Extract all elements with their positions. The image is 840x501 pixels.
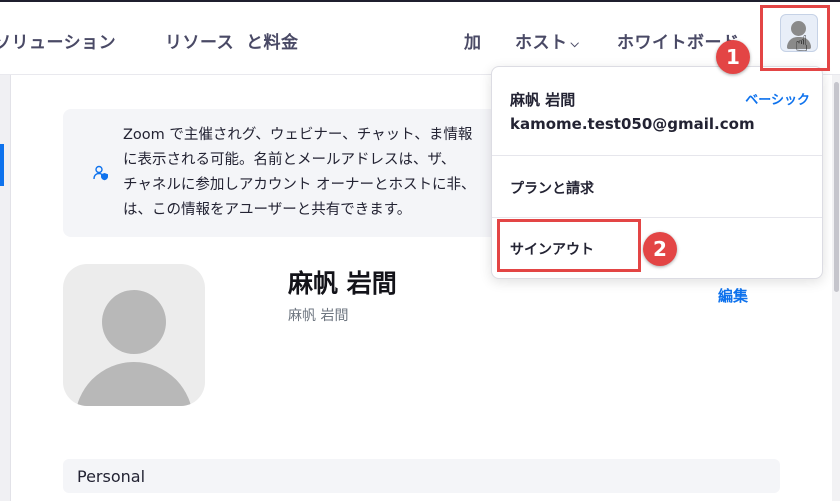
info-line: チャネルに参加しアカウント オーナーとホストに非、 <box>123 177 476 193</box>
nav-item-host[interactable]: ホスト ⌵ <box>515 28 579 53</box>
privacy-info-text: Zoom で主催されグ、ウェビナー、チャット、ま情報 に表示される可能。名前とメ… <box>123 123 508 223</box>
menu-divider <box>492 217 822 218</box>
top-navbar: ソリューション リソース と料金 加 ホスト ⌵ ホワイトボード <box>0 2 840 75</box>
section-title: Personal <box>77 467 146 486</box>
scrollbar-thumb[interactable] <box>834 82 839 292</box>
info-line: は、この情報をアユーザーと共有できます。 <box>123 202 412 218</box>
profile-full-name: 麻帆 岩間 <box>288 308 349 324</box>
profile-picture[interactable] <box>63 264 205 406</box>
left-sidebar-rail <box>0 75 11 501</box>
menu-item-plan-billing[interactable]: プランと請求 <box>510 178 594 198</box>
info-line: Zoom で主催されグ、ウェビナー、チャット、ま情報 <box>123 127 473 143</box>
sidebar-active-indicator <box>0 144 4 186</box>
profile-display-name: 麻帆 岩間 <box>288 269 397 298</box>
nav-item-pricing[interactable]: と料金 <box>246 28 299 53</box>
chevron-down-icon: ⌵ <box>570 37 580 50</box>
step-badge-2: 2 <box>643 232 677 266</box>
dropdown-user-email: kamome.test050@gmail.com <box>510 115 755 133</box>
step-badge-1: 1 <box>716 40 750 74</box>
nav-item-solutions[interactable]: ソリューション <box>0 28 116 53</box>
plan-type-link[interactable]: ベーシック <box>745 89 810 108</box>
menu-divider <box>492 155 822 156</box>
highlight-box-sign-out <box>497 219 641 272</box>
section-header-personal: Personal <box>63 459 780 493</box>
nav-item-join[interactable]: 加 <box>464 28 482 53</box>
nav-item-host-label: ホスト <box>515 33 568 53</box>
profile-picture-head <box>102 290 166 354</box>
dropdown-user-name: 麻帆 岩間 <box>510 91 576 109</box>
edit-profile-link[interactable]: 編集 <box>718 285 748 306</box>
page: ソリューション リソース と料金 加 ホスト ⌵ ホワイトボード ☝ Zoom で… <box>0 0 840 501</box>
user-shield-icon <box>93 165 108 181</box>
profile-picture-body <box>75 362 193 406</box>
nav-item-resources[interactable]: リソース <box>165 28 234 53</box>
info-line: に表示される可能。名前とメールアドレスは、ザ、 <box>123 152 456 168</box>
privacy-info-box: Zoom で主催されグ、ウェビナー、チャット、ま情報 に表示される可能。名前とメ… <box>63 109 513 237</box>
highlight-box-avatar <box>760 5 830 71</box>
